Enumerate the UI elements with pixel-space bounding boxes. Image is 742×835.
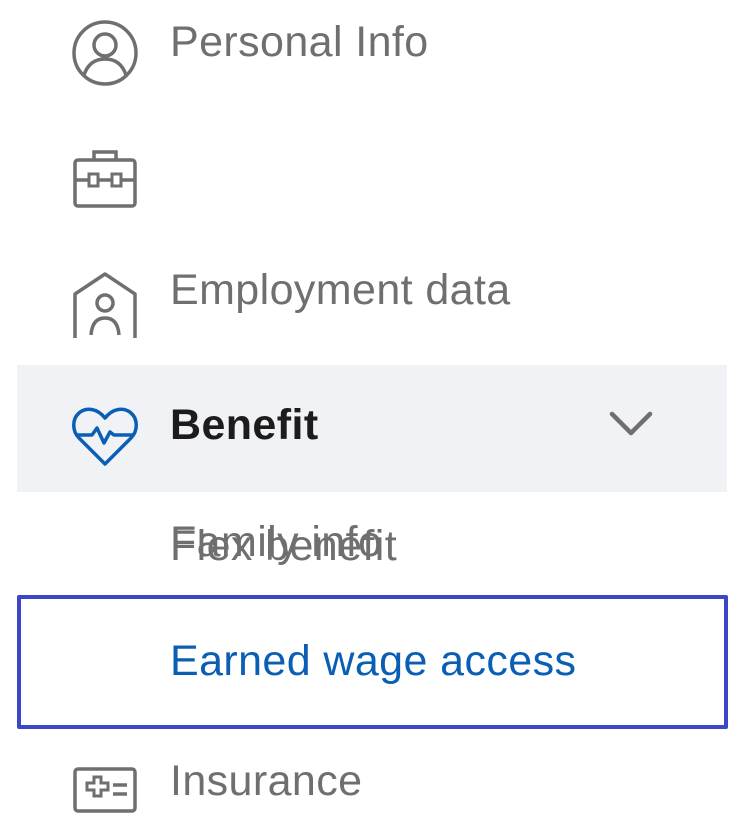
- home-user-icon: [73, 272, 137, 338]
- nav-item-label: Benefit: [170, 401, 319, 449]
- subnav-item-flex-benefit[interactable]: Flex benefit: [0, 495, 742, 595]
- nav-item-label: Personal Info: [170, 18, 429, 66]
- nav-item-employment-data[interactable]: Employment data: [0, 120, 742, 314]
- subnav-item-label: Flex benefit: [170, 522, 398, 570]
- subnav-item-earned-wage-access[interactable]: Earned wage access: [17, 595, 728, 729]
- subnav-item-label: Earned wage access: [170, 637, 577, 685]
- briefcase-icon: [73, 150, 137, 208]
- sidebar-nav: Personal Info Employment data Family inf…: [0, 0, 742, 835]
- user-circle-icon: [72, 20, 138, 86]
- chevron-down-icon[interactable]: [606, 404, 656, 444]
- heart-pulse-icon: [72, 407, 138, 466]
- nav-item-insurance[interactable]: Insurance: [0, 735, 742, 835]
- nav-item-family-info[interactable]: Family info: [0, 245, 742, 566]
- nav-item-personal-info[interactable]: Personal Info: [0, 0, 742, 110]
- nav-item-label: Insurance: [170, 757, 363, 805]
- medical-card-icon: [73, 767, 137, 813]
